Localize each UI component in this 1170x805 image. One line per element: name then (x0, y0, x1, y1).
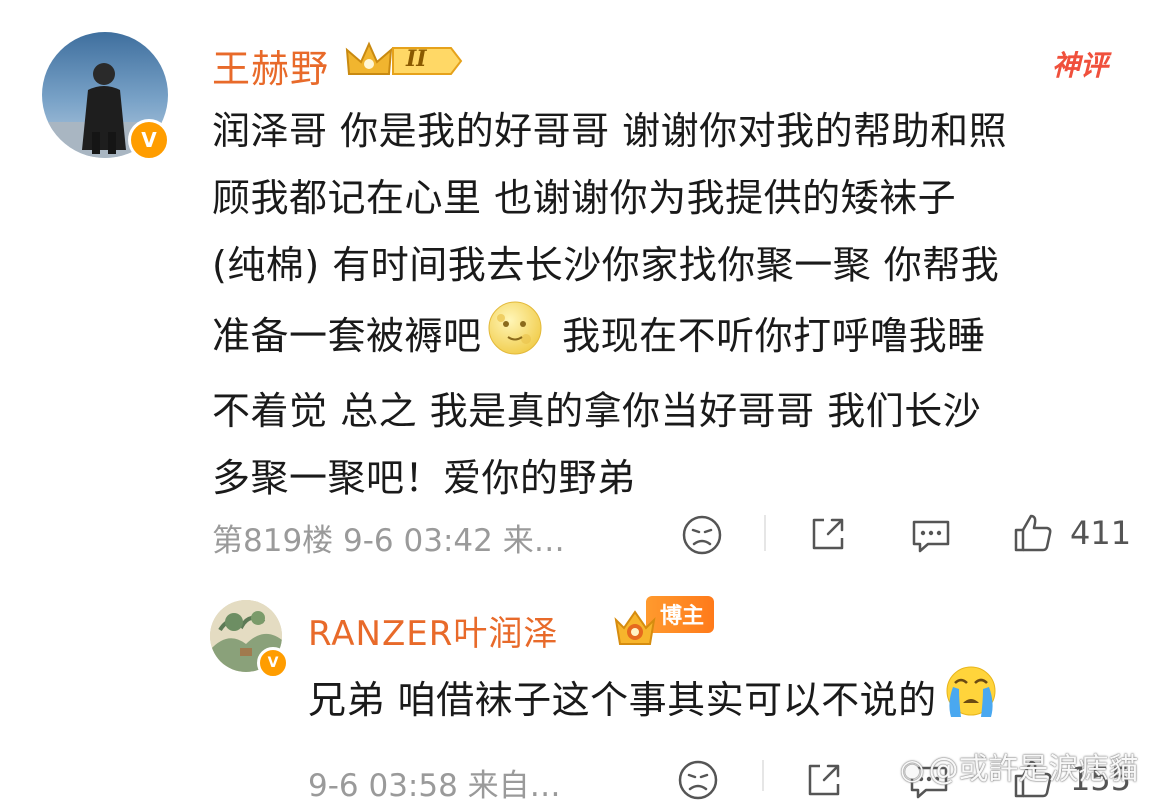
weibo-logo-icon: ◉ (900, 753, 925, 786)
thumbs-up-icon[interactable] (1010, 510, 1056, 556)
comment-line-part: 我现在不听你打呼噜我睡 (549, 314, 986, 358)
comment-line: 准备一套被褥吧 我现在不听你打呼噜我睡 (212, 299, 1142, 378)
crown-icon (612, 608, 658, 650)
moon-face-emoji (486, 299, 544, 378)
share-icon[interactable] (802, 758, 846, 802)
share-icon[interactable] (806, 512, 850, 556)
level-badge: II (406, 46, 427, 72)
comment-line: 不着觉 总之 我是真的拿你当好哥哥 我们长沙 (212, 389, 982, 433)
reply-text-body: 兄弟 咱借袜子这个事其实可以不说的 (308, 678, 937, 722)
watermark: ◉ @或許是淚痣貓 (900, 744, 1138, 788)
divider (762, 760, 764, 791)
comment-author[interactable]: 王赫野 (212, 38, 329, 93)
crying-emoji (941, 663, 1001, 742)
crown-icon (345, 40, 463, 82)
like-count: 411 (1070, 514, 1132, 552)
watermark-text: @或許是淚痣貓 (928, 752, 1139, 787)
dislike-face-icon[interactable] (680, 513, 724, 557)
comment-meta: 第819楼 9-6 03:42 来… (212, 523, 565, 559)
dislike-face-icon[interactable] (676, 758, 720, 802)
comment-line: 多聚一聚吧！爱你的野弟 (212, 456, 636, 500)
comment-line: 顾我都记在心里 也谢谢你为我提供的矮袜子 (212, 176, 957, 220)
top-comment-tag: 神评 (1052, 49, 1109, 82)
comment-line: (纯棉) 有时间我去长沙你家找你聚一聚 你帮我 (212, 243, 1000, 287)
comment-line-part: 准备一套被褥吧 (212, 314, 482, 358)
verified-badge-icon: V (257, 647, 289, 679)
verified-badge-icon: V (128, 119, 170, 161)
comment-icon[interactable] (908, 512, 954, 558)
reply-text: 兄弟 咱借袜子这个事其实可以不说的 (308, 663, 1128, 742)
reply-meta: 9-6 03:58 来自… (308, 768, 561, 804)
role-badge: 博主 (612, 596, 715, 650)
reply-author[interactable]: RANZER叶润泽 (308, 606, 558, 655)
divider (764, 515, 766, 551)
comment-line: 润泽哥 你是我的好哥哥 谢谢你对我的帮助和照 (212, 109, 1008, 153)
comment-text: 润泽哥 你是我的好哥哥 谢谢你对我的帮助和照 顾我都记在心里 也谢谢你为我提供的… (212, 98, 1142, 512)
